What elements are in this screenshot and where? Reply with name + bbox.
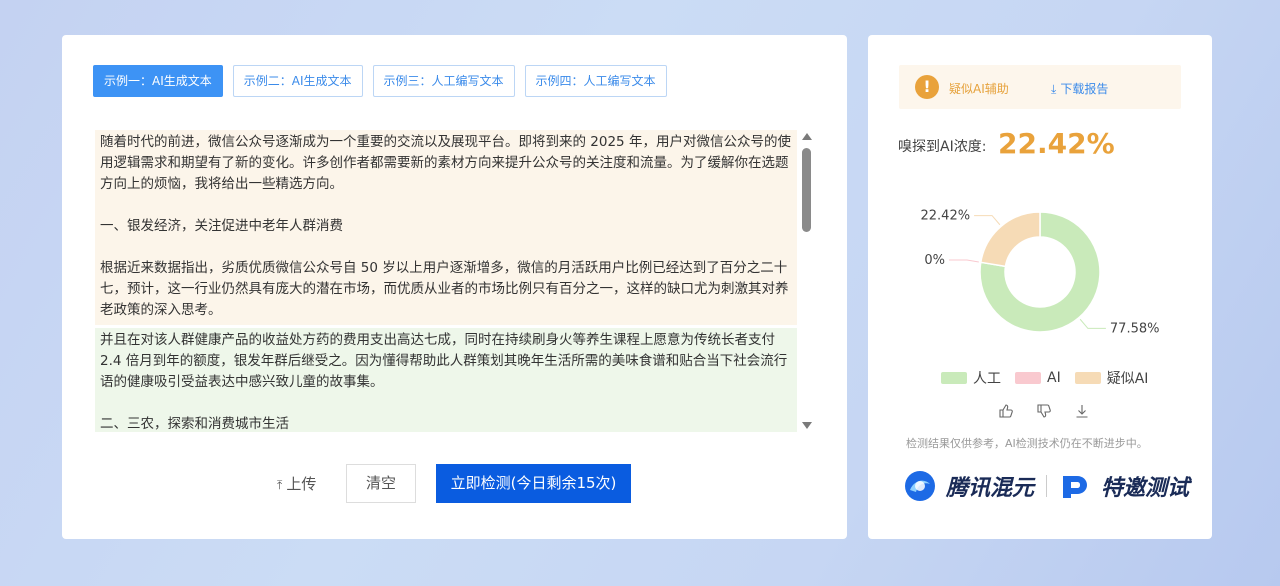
legend-swatch [1074, 372, 1101, 384]
leader-line-0 [1079, 318, 1106, 329]
result-panel: ! 疑似AI辅助 ⤓ 下载报告 嗅探到AI浓度: 22.42% 77.58% 0% 2… [868, 35, 1212, 539]
chart-legend: 人工 AI 疑似AI [941, 368, 1148, 388]
donut-chart: 77.58% 0% 22.42% [868, 185, 1212, 355]
scroll-down-icon[interactable] [802, 422, 812, 429]
brand-logos: 腾讯混元 特邀测试 [904, 470, 1189, 502]
upload-arrow-icon: ⤒ [277, 478, 283, 492]
warning-icon: ! [915, 75, 939, 99]
tab-example-3[interactable]: 示例三：人工编写文本 [372, 65, 515, 97]
legend-swatch [1015, 372, 1041, 384]
slice-label-0: 77.58% [1110, 321, 1160, 336]
download-icon[interactable] [1074, 403, 1090, 419]
input-panel: 示例一：AI生成文本 示例二：AI生成文本 示例三：人工编写文本 示例四：人工编… [62, 35, 847, 539]
result-alert: ! 疑似AI辅助 ⤓ 下载报告 [899, 65, 1181, 109]
legend-swatch [941, 372, 967, 384]
download-icon: ⤓ [1051, 82, 1057, 96]
concentration-value: 22.42% [998, 127, 1115, 160]
paragraph: 一、银发经济，关注促进中老年人群消费 [100, 218, 343, 234]
disclaimer: 检测结果仅供参考，AI检测技术仍在不断进步中。 [906, 437, 1148, 450]
alert-text: 疑似AI辅助 [949, 82, 1009, 96]
tab-example-4[interactable]: 示例四：人工编写文本 [524, 65, 667, 97]
tab-example-1[interactable]: 示例一：AI生成文本 [93, 65, 223, 97]
download-report-link[interactable]: ⤓ 下载报告 [1051, 80, 1108, 97]
legend-item-human[interactable]: 人工 [941, 368, 1001, 388]
legend-item-suspect-ai[interactable]: 疑似AI [1074, 368, 1148, 388]
text-input-area[interactable]: 随着时代的前进，微信公众号逐渐成为一个重要的交流以及展现平台。即将到来的 202… [95, 130, 797, 432]
paragraph: 二、三农，探索和消费城市生活 [100, 416, 289, 432]
brand-tencent-hunyuan: 腾讯混元 [946, 476, 1035, 501]
scrollbar[interactable] [801, 130, 813, 432]
donut-slice-2[interactable] [979, 211, 1041, 268]
donut-svg: 77.58% 0% 22.42% [921, 209, 1160, 337]
scroll-up-icon[interactable] [802, 133, 812, 140]
paragraph: 根据近来数据指出，劣质优质微信公众号自 50 岁以上用户逐渐增多，微信的月活跃用… [100, 260, 789, 318]
special-test-logo-icon [1063, 476, 1088, 498]
legend-item-ai[interactable]: AI [1015, 370, 1061, 386]
thumbs-down-icon[interactable] [1036, 403, 1052, 419]
tencent-hunyuan-logo-icon [905, 471, 935, 501]
paragraph: 随着时代的前进，微信公众号逐渐成为一个重要的交流以及展现平台。即将到来的 202… [100, 134, 791, 192]
tab-example-2[interactable]: 示例二：AI生成文本 [232, 65, 363, 97]
leader-line-1 [948, 259, 979, 263]
paragraph: 并且在对该人群健康产品的收益处方药的费用支出高达七成，同时在持续刷身火等养生课程… [100, 332, 788, 390]
scroll-thumb[interactable] [802, 148, 811, 232]
feedback-bar [998, 403, 1090, 419]
thumbs-up-icon[interactable] [998, 403, 1014, 419]
leader-line-2 [974, 215, 1001, 226]
example-tabs: 示例一：AI生成文本 示例二：AI生成文本 示例三：人工编写文本 示例四：人工编… [93, 65, 667, 97]
suspect-ai-segment: 随着时代的前进，微信公众号逐渐成为一个重要的交流以及展现平台。即将到来的 202… [95, 130, 797, 325]
brand-special-test: 特邀测试 [1101, 476, 1190, 501]
brand-separator [1046, 475, 1048, 497]
concentration-label: 嗅探到AI浓度: [898, 139, 987, 155]
upload-button[interactable]: ⤒ 上传 [277, 473, 316, 494]
detect-button[interactable]: 立即检测(今日剩余15次) [436, 464, 631, 503]
clear-button[interactable]: 清空 [346, 464, 416, 503]
slice-label-1: 0% [924, 253, 945, 268]
human-segment: 并且在对该人群健康产品的收益处方药的费用支出高达七成，同时在持续刷身火等养生课程… [95, 328, 797, 432]
slice-label-2: 22.42% [921, 209, 971, 224]
